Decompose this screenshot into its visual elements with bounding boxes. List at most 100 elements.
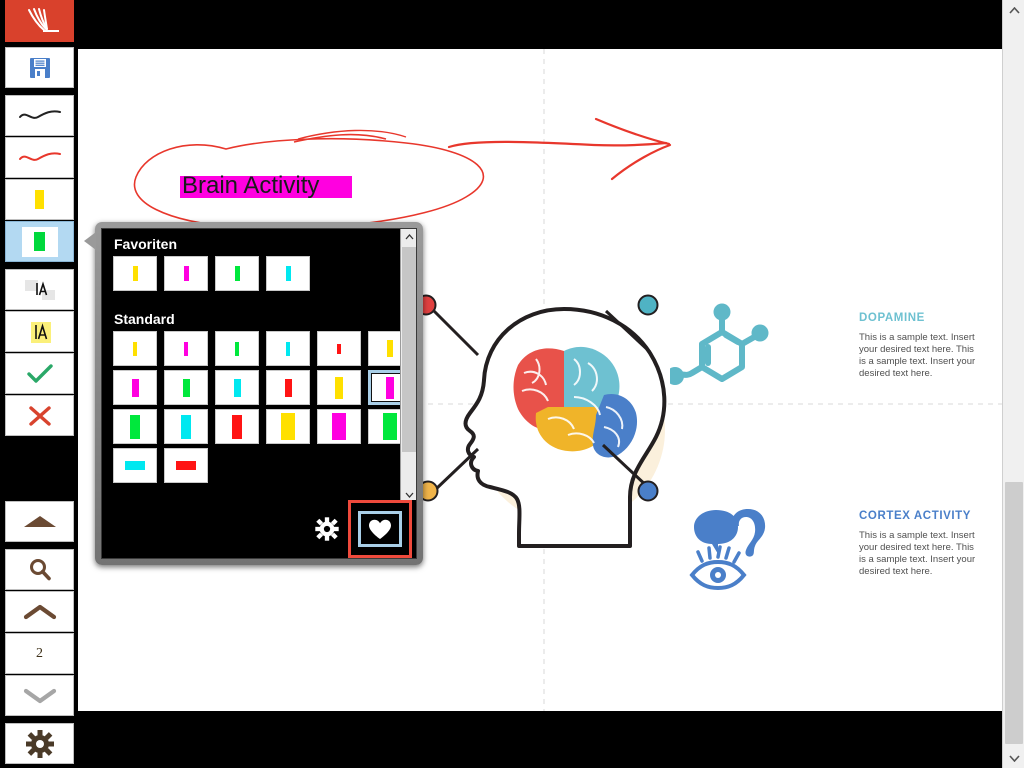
standard-swatch-2-3[interactable] bbox=[266, 409, 310, 444]
tool-highlighter-green[interactable] bbox=[5, 221, 74, 262]
tool-reject[interactable] bbox=[5, 395, 74, 436]
main-scroll-up-button[interactable] bbox=[1003, 0, 1024, 20]
marker-tip-preview bbox=[131, 378, 139, 397]
tool-pen-black[interactable] bbox=[5, 95, 74, 136]
black-squiggle-pen-icon bbox=[18, 109, 61, 119]
tool-share[interactable] bbox=[5, 501, 74, 542]
marker-tip-preview bbox=[182, 378, 190, 397]
molecule-icon bbox=[670, 303, 769, 385]
standard-swatch-0-1[interactable] bbox=[164, 331, 208, 366]
standard-swatch-3-1[interactable] bbox=[164, 448, 208, 483]
marker-tip-preview bbox=[184, 341, 188, 356]
chevron-down-icon bbox=[1008, 754, 1020, 762]
favorite-swatch-2[interactable] bbox=[215, 256, 259, 291]
tool-page-up[interactable] bbox=[5, 591, 74, 632]
add-to-favorites-button[interactable] bbox=[358, 511, 402, 547]
tool-page-number[interactable]: 2 bbox=[5, 633, 74, 674]
palette-scrollbar[interactable] bbox=[400, 229, 416, 503]
magnifier-search-icon bbox=[29, 558, 51, 580]
marker-tip-preview bbox=[281, 413, 295, 440]
standard-swatch-3-0[interactable] bbox=[113, 448, 157, 483]
marker-tip-preview bbox=[176, 461, 196, 470]
tool-settings[interactable] bbox=[5, 723, 74, 764]
section-cortex-activity: CORTEX ACTIVITY This is a sample text. I… bbox=[859, 509, 979, 578]
favorite-button-highlight bbox=[348, 500, 412, 558]
marker-tip-preview bbox=[285, 266, 291, 281]
brown-up-arrow-icon bbox=[23, 515, 56, 527]
standard-swatch-2-1[interactable] bbox=[164, 409, 208, 444]
floppy-disk-save-icon bbox=[29, 57, 50, 78]
marker-tip-preview bbox=[183, 266, 189, 281]
standard-swatch-row bbox=[113, 448, 416, 483]
standard-swatch-row bbox=[113, 370, 416, 405]
main-scroll-down-button[interactable] bbox=[1003, 748, 1024, 768]
marker-palette-popup[interactable]: Favoriten Standard bbox=[84, 222, 423, 565]
standard-swatch-1-2[interactable] bbox=[215, 370, 259, 405]
green-marker-swatch-bg bbox=[21, 226, 58, 257]
palette-scroll-thumb[interactable] bbox=[402, 247, 416, 452]
palette-settings-button[interactable] bbox=[310, 512, 344, 546]
tool-pen-red[interactable] bbox=[5, 137, 74, 178]
marker-tip-preview bbox=[332, 413, 346, 440]
dopamine-heading: DOPAMINE bbox=[859, 312, 925, 324]
tool-page-down[interactable] bbox=[5, 675, 74, 716]
standard-swatch-1-4[interactable] bbox=[317, 370, 361, 405]
palette-action-bar bbox=[102, 500, 416, 558]
app-window: 2 Brain Activity DOPAMINE This is a samp… bbox=[0, 0, 1024, 768]
green-marker-icon bbox=[34, 232, 45, 251]
tool-sticky-note[interactable] bbox=[5, 311, 74, 352]
favorite-swatch-3[interactable] bbox=[266, 256, 310, 291]
favorite-swatch-1[interactable] bbox=[164, 256, 208, 291]
marker-tip-preview bbox=[232, 414, 242, 439]
standard-swatch-2-4[interactable] bbox=[317, 409, 361, 444]
tool-highlighter-yellow[interactable] bbox=[5, 179, 74, 220]
dopamine-body: This is a sample text. Insert your desir… bbox=[859, 332, 976, 379]
standard-swatch-0-0[interactable] bbox=[113, 331, 157, 366]
main-scrollbar[interactable] bbox=[1002, 0, 1024, 768]
gear-icon bbox=[25, 729, 54, 758]
standard-swatch-1-1[interactable] bbox=[164, 370, 208, 405]
chevron-down-icon bbox=[405, 492, 413, 498]
marker-tip-preview bbox=[284, 378, 292, 397]
tool-zoom[interactable] bbox=[5, 549, 74, 590]
favorite-swatch-0[interactable] bbox=[113, 256, 157, 291]
main-scroll-thumb[interactable] bbox=[1005, 482, 1023, 744]
standard-swatch-2-0[interactable] bbox=[113, 409, 157, 444]
section-dopamine: DOPAMINE This is a sample text. Insert y… bbox=[859, 311, 979, 380]
marker-tip-preview bbox=[233, 378, 241, 397]
marker-tip-preview bbox=[386, 376, 394, 399]
chevron-down-icon bbox=[23, 688, 56, 703]
standard-swatch-row bbox=[113, 331, 416, 366]
text-annotation-icon bbox=[24, 279, 55, 300]
palette-content: Favoriten Standard bbox=[101, 228, 417, 559]
app-logo[interactable] bbox=[5, 0, 74, 42]
standard-swatch-row bbox=[113, 409, 416, 444]
marker-tip-preview bbox=[133, 341, 137, 356]
tool-text-box[interactable] bbox=[5, 269, 74, 310]
standard-swatch-1-0[interactable] bbox=[113, 370, 157, 405]
yellow-marker-icon bbox=[35, 190, 44, 209]
page-number-label: 2 bbox=[36, 645, 43, 661]
brain-ear-eye-icon bbox=[689, 509, 766, 591]
marker-tip-preview bbox=[387, 340, 393, 357]
red-squiggle-pen-icon bbox=[18, 151, 61, 161]
marker-tip-preview bbox=[181, 414, 191, 439]
marker-tip-preview bbox=[337, 343, 341, 354]
standard-label: Standard bbox=[114, 311, 175, 327]
left-toolbar: 2 bbox=[0, 0, 78, 768]
marker-tip-preview bbox=[235, 341, 239, 356]
standard-swatch-1-3[interactable] bbox=[266, 370, 310, 405]
marker-tip-preview bbox=[234, 266, 240, 281]
standard-swatch-0-2[interactable] bbox=[215, 331, 259, 366]
palette-scroll-up-button[interactable] bbox=[401, 229, 416, 245]
marker-tip-preview bbox=[335, 376, 343, 399]
favorites-swatch-row bbox=[113, 256, 416, 291]
tool-approve[interactable] bbox=[5, 353, 74, 394]
standard-swatch-2-2[interactable] bbox=[215, 409, 259, 444]
marker-tip-preview bbox=[130, 414, 140, 439]
gear-icon bbox=[315, 517, 339, 541]
chevron-up-icon bbox=[1008, 6, 1020, 14]
tool-save[interactable] bbox=[5, 47, 74, 88]
standard-swatch-0-4[interactable] bbox=[317, 331, 361, 366]
standard-swatch-0-3[interactable] bbox=[266, 331, 310, 366]
